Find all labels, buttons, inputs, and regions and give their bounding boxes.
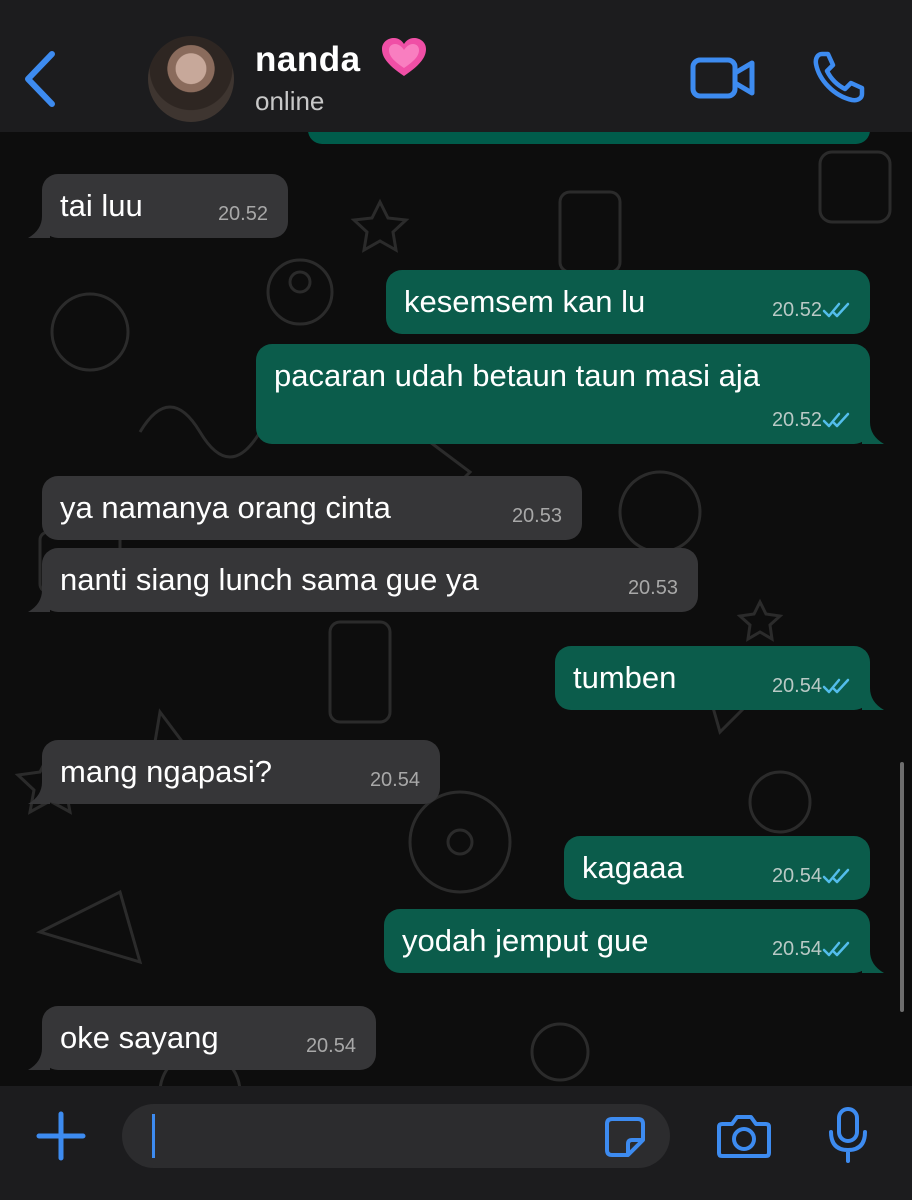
message-text: pacaran udah betaun taun masi aja [274, 358, 761, 393]
previous-outgoing-bubble [308, 132, 870, 144]
message-text: tumben [573, 660, 677, 695]
incoming-message[interactable]: nanti siang lunch sama gue ya 20.53 [28, 548, 698, 612]
bubble-tail [862, 951, 884, 973]
chat-header: nanda online [0, 0, 912, 132]
read-ticks-icon [822, 941, 850, 957]
message-text: yodah jemput gue [402, 923, 649, 958]
bubble-tail [28, 1048, 50, 1070]
bubble-tail [862, 688, 884, 710]
message-text: tai luu [60, 188, 143, 223]
outgoing-message[interactable]: yodah jemput gue 20.54 [384, 909, 884, 973]
bubble-tail [862, 422, 884, 444]
bubble-tail [28, 782, 50, 804]
sticker-icon[interactable] [604, 1116, 646, 1158]
back-chevron-icon[interactable] [18, 48, 62, 110]
message-time: 20.54 [305, 1035, 356, 1057]
outgoing-message[interactable]: tumben 20.54 [555, 646, 884, 710]
message-input[interactable] [122, 1104, 670, 1168]
message-text: mang ngapasi? [60, 754, 272, 789]
scrollbar[interactable] [900, 762, 904, 1012]
message-time: 20.53 [627, 577, 678, 599]
outgoing-message[interactable]: pacaran udah betaun taun masi aja 20.52 [256, 344, 884, 444]
message-text: oke sayang [60, 1020, 219, 1055]
microphone-icon[interactable] [826, 1106, 870, 1164]
message-text: kesemsem kan lu [404, 284, 646, 319]
outgoing-message[interactable]: kesemsem kan lu 20.52 [386, 270, 870, 334]
message-time: 20.54 [771, 938, 822, 960]
message-text: ya namanya orang cinta [60, 490, 391, 525]
message-time: 20.53 [511, 505, 562, 527]
pink-heart-icon [382, 38, 426, 76]
camera-icon[interactable] [716, 1112, 772, 1160]
outgoing-message[interactable]: kagaaa 20.54 [564, 836, 870, 900]
text-caret [152, 1114, 155, 1158]
video-call-icon[interactable] [690, 55, 756, 101]
message-text: kagaaa [582, 850, 684, 885]
contact-status: online [255, 86, 325, 116]
incoming-message[interactable]: tai luu 20.52 [28, 174, 288, 238]
message-time: 20.52 [771, 409, 822, 431]
read-ticks-icon [822, 302, 850, 318]
contact-avatar[interactable] [148, 36, 234, 122]
phone-icon[interactable] [812, 50, 866, 104]
message-text: nanti siang lunch sama gue ya [60, 562, 479, 597]
message-time: 20.52 [217, 203, 268, 225]
plus-icon[interactable] [36, 1111, 86, 1161]
message-time: 20.52 [771, 299, 822, 321]
bubble-tail [28, 590, 50, 612]
message-list[interactable]: tai luu 20.52 kesemsem kan lu 20.52 paca… [0, 132, 912, 1086]
contact-name[interactable]: nanda [255, 40, 361, 80]
read-ticks-icon [822, 412, 850, 428]
message-time: 20.54 [369, 769, 420, 791]
incoming-message[interactable]: ya namanya orang cinta 20.53 [42, 476, 582, 540]
incoming-message[interactable]: mang ngapasi? 20.54 [28, 740, 440, 804]
read-ticks-icon [822, 678, 850, 694]
incoming-message[interactable]: oke sayang 20.54 [28, 1006, 376, 1070]
message-time: 20.54 [771, 865, 822, 887]
read-ticks-icon [822, 868, 850, 884]
message-time: 20.54 [771, 675, 822, 697]
bubble-tail [28, 216, 50, 238]
